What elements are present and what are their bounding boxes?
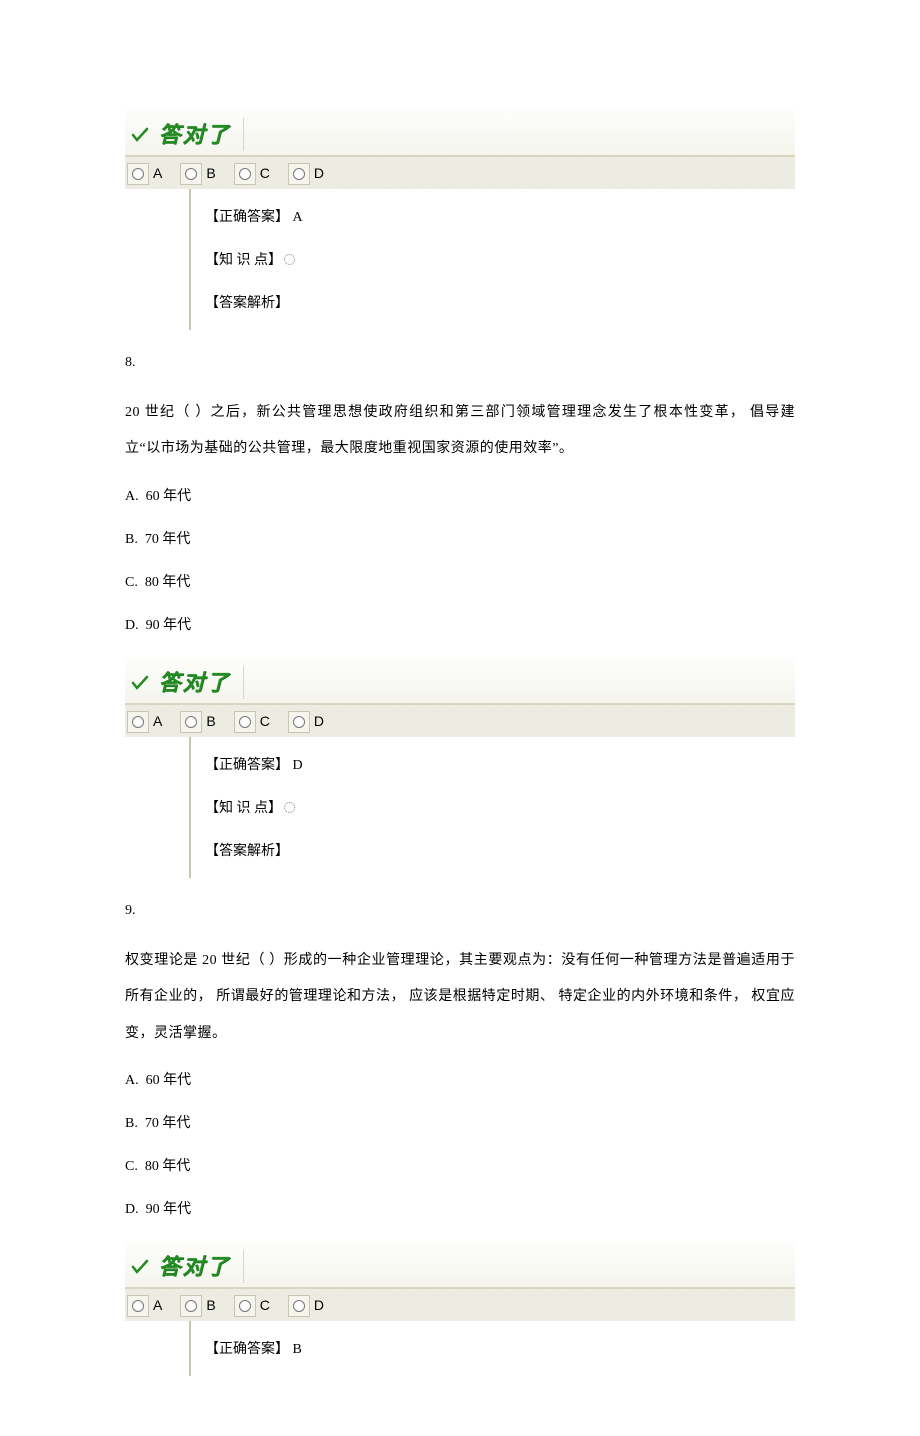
option-b[interactable]: B [180, 1295, 215, 1317]
option-b[interactable]: B [180, 163, 215, 185]
question-option-b: B. 70 年代 [125, 1113, 795, 1134]
correct-answer-line: 【正确答案】 D [205, 755, 795, 776]
question-text: 20 世纪（ ）之后，新公共管理思想使政府组织和第三部门领域管理理念发生了根本性… [125, 395, 795, 468]
question-option-c: C. 80 年代 [125, 572, 795, 593]
check-icon [131, 672, 151, 693]
question-option-c: C. 80 年代 [125, 1156, 795, 1177]
correct-banner-text: 答对了 [159, 1250, 244, 1283]
question-options: A. 60 年代 B. 70 年代 C. 80 年代 D. 90 年代 [125, 486, 795, 636]
option-a[interactable]: A [127, 163, 162, 185]
correct-answer-line: 【正确答案】 B [205, 1339, 795, 1360]
answer-details: 【正确答案】 A 【知 识 点】 【答案解析】 [189, 189, 795, 330]
option-b[interactable]: B [180, 711, 215, 733]
answer-details: 【正确答案】 B [189, 1321, 795, 1376]
question-text: 权变理论是 20 世纪（ ）形成的一种企业管理理论，其主要观点为：没有任何一种管… [125, 943, 795, 1052]
answer-details: 【正确答案】 D 【知 识 点】 【答案解析】 [189, 737, 795, 878]
option-d[interactable]: D [288, 163, 324, 185]
check-icon [131, 124, 151, 145]
answer-options: A B C D [125, 1288, 795, 1321]
correct-banner-text: 答对了 [159, 118, 244, 151]
knowledge-line: 【知 识 点】 [205, 798, 795, 819]
answer-options: A B C D [125, 704, 795, 737]
question-options: A. 60 年代 B. 70 年代 C. 80 年代 D. 90 年代 [125, 1070, 795, 1220]
question-option-b: B. 70 年代 [125, 529, 795, 550]
correct-banner-text: 答对了 [159, 666, 244, 699]
answer-banner: 答对了 [125, 110, 795, 156]
question-number: 9. [125, 900, 795, 921]
knowledge-line: 【知 识 点】 [205, 250, 795, 271]
question-number: 8. [125, 352, 795, 373]
answer-banner: 答对了 [125, 658, 795, 704]
option-c[interactable]: C [234, 163, 270, 185]
option-a[interactable]: A [127, 711, 162, 733]
analysis-line: 【答案解析】 [205, 293, 795, 314]
bullet-icon [284, 254, 295, 265]
question-option-d: D. 90 年代 [125, 1199, 795, 1220]
check-icon [131, 1256, 151, 1277]
option-c[interactable]: C [234, 711, 270, 733]
question-option-a: A. 60 年代 [125, 1070, 795, 1091]
option-d[interactable]: D [288, 711, 324, 733]
question-option-a: A. 60 年代 [125, 486, 795, 507]
question-option-d: D. 90 年代 [125, 615, 795, 636]
bullet-icon [284, 802, 295, 813]
option-a[interactable]: A [127, 1295, 162, 1317]
answer-banner: 答对了 [125, 1242, 795, 1288]
option-d[interactable]: D [288, 1295, 324, 1317]
option-c[interactable]: C [234, 1295, 270, 1317]
answer-options: A B C D [125, 156, 795, 189]
correct-answer-line: 【正确答案】 A [205, 207, 795, 228]
analysis-line: 【答案解析】 [205, 841, 795, 862]
